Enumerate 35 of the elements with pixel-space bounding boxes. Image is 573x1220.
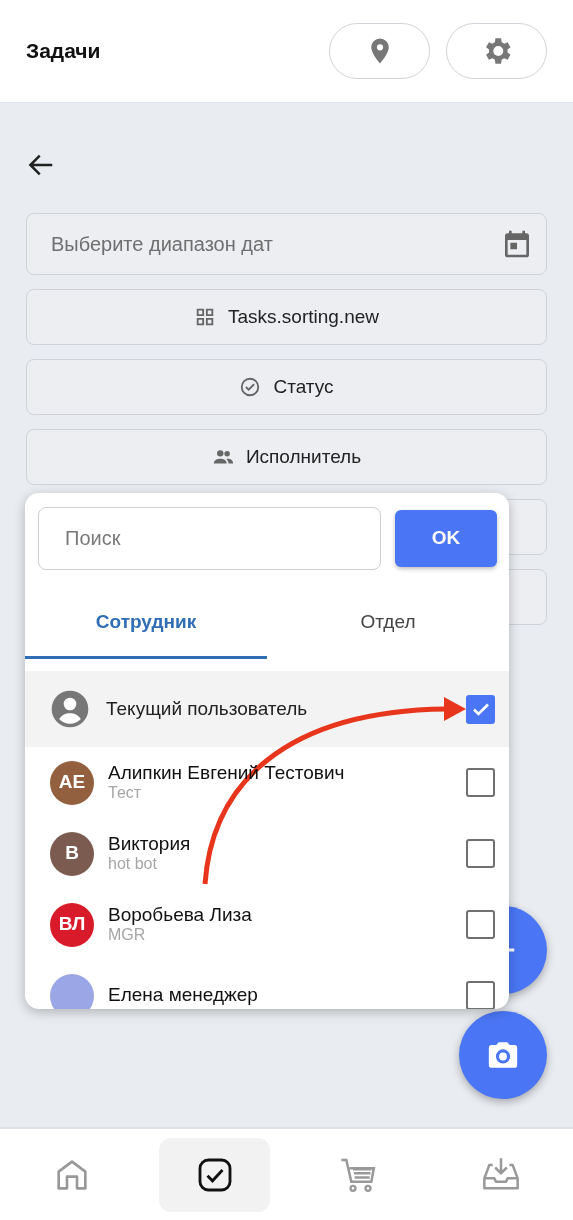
item-label: Текущий пользователь (106, 696, 309, 721)
list-item[interactable]: В Виктория hot bot (25, 818, 509, 889)
settings-button[interactable] (446, 23, 547, 79)
tab[interactable]: Сотрудник (25, 589, 267, 659)
nav-item[interactable] (159, 1137, 271, 1212)
checkbox[interactable] (466, 839, 495, 868)
ok-button[interactable]: OK (395, 510, 497, 567)
person-name: Воробьева Лиза (108, 905, 253, 927)
search-field[interactable]: Поиск (38, 507, 381, 570)
person-name: Елена менеджер (108, 985, 259, 1006)
checkbox[interactable] (466, 694, 495, 724)
filter-button[interactable]: Статус (26, 359, 547, 415)
person-role: Тест (108, 784, 143, 802)
filter-button[interactable]: Tasks.sorting.new (26, 289, 547, 345)
location-button[interactable] (329, 23, 430, 79)
person-role: hot bot (108, 855, 158, 873)
user-icon (50, 689, 90, 729)
tab[interactable]: Отдел (267, 589, 509, 659)
avatar: В (50, 831, 94, 876)
list-item[interactable]: Елена менеджер (25, 960, 509, 1009)
person-role: MGR (108, 926, 147, 944)
person-name: Виктория (108, 834, 192, 856)
camera-button[interactable] (459, 1011, 547, 1099)
filter-button[interactable]: Исполнитель (26, 429, 547, 485)
checkbox[interactable] (466, 910, 495, 939)
list-item[interactable]: ВЛ Воробьева Лиза MGR (25, 889, 509, 960)
grid-icon (194, 306, 216, 328)
page-title: Задачи (26, 38, 101, 65)
check-circle-icon (239, 376, 262, 398)
avatar: ВЛ (50, 902, 94, 947)
list-item[interactable]: Текущий пользователь (25, 671, 509, 747)
checkbox[interactable] (466, 768, 495, 797)
avatar: АЕ (50, 760, 94, 805)
date-range-field[interactable]: Выберите диапазон дат (26, 213, 547, 275)
checkbox[interactable] (466, 981, 495, 1009)
